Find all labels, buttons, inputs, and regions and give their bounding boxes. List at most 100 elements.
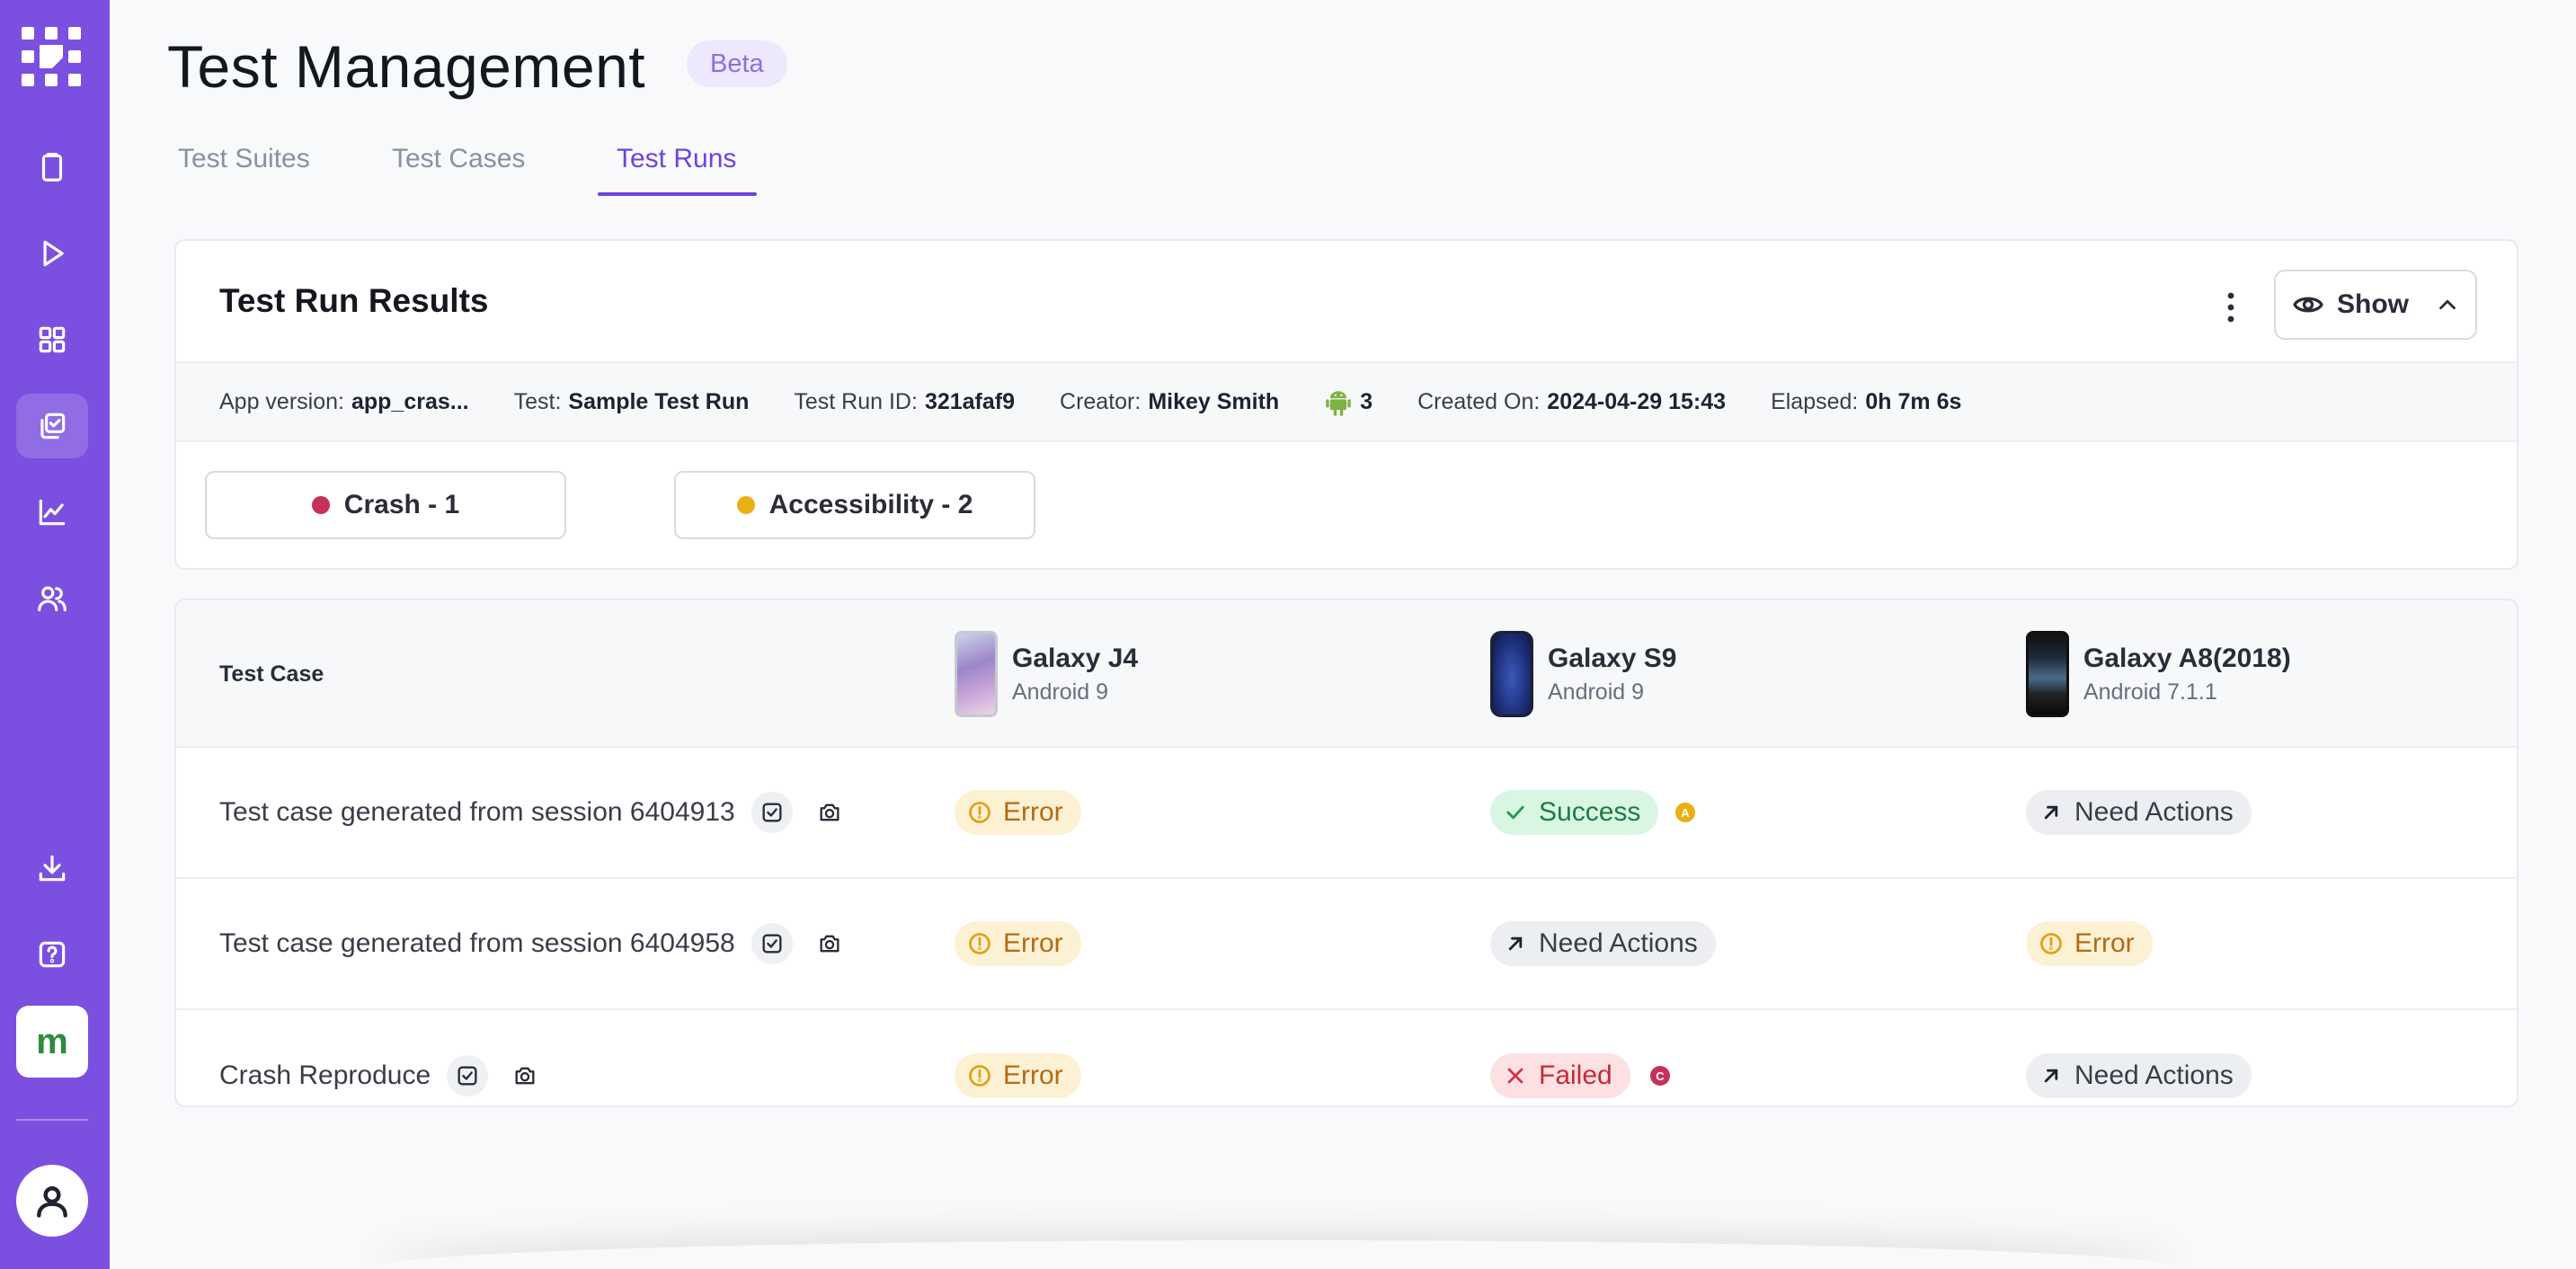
chevron-up-icon xyxy=(2439,299,2456,310)
sidebar: m xyxy=(0,0,110,1269)
status-badge-need-actions[interactable]: Need Actions xyxy=(2026,790,2252,835)
meta-value: app_cras... xyxy=(351,388,469,414)
meta-creator: Creator: Mikey Smith xyxy=(1060,389,1279,415)
status-badge-error[interactable]: Error xyxy=(955,1053,1081,1098)
sidebar-item-live[interactable] xyxy=(16,221,88,286)
screenshot-button[interactable] xyxy=(809,792,850,833)
meta-run-id: Test Run ID: 321afaf9 xyxy=(794,389,1015,415)
status-badge-success[interactable]: Success xyxy=(1490,790,1659,835)
show-label: Show xyxy=(2337,289,2409,319)
camera-icon xyxy=(820,803,839,821)
status-label: Need Actions xyxy=(1539,928,1698,958)
status-label: Error xyxy=(1003,1060,1063,1090)
status-label: Error xyxy=(2074,928,2135,958)
table-header: Test Case Galaxy J4 Android 9 Galaxy S9 An… xyxy=(176,600,2517,748)
arrow-up-right-icon xyxy=(2044,805,2058,820)
download-icon xyxy=(39,855,66,882)
test-runs-icon xyxy=(40,413,66,439)
meta-value: 0h 7m 6s xyxy=(1865,388,1962,414)
status-badge-error[interactable]: Error xyxy=(955,921,1081,966)
alert-circle-icon xyxy=(2040,933,2062,954)
device-name: Galaxy J4 xyxy=(1012,643,1139,673)
run-meta-bar: App version: app_cras... Test: Sample Test… xyxy=(176,361,2517,442)
phone-icon xyxy=(955,631,998,717)
checklist-button[interactable] xyxy=(751,792,793,833)
tab-test-suites[interactable]: Test Suites xyxy=(167,135,321,183)
device-column-galaxy-j4: Galaxy J4 Android 9 xyxy=(955,631,1138,717)
tab-test-runs[interactable]: Test Runs xyxy=(606,135,747,183)
table-row[interactable]: Test case generated from session 6404913… xyxy=(176,748,2517,879)
accessibility-issue-badge[interactable]: A xyxy=(1675,803,1695,822)
status-badge-error[interactable]: Error xyxy=(2026,921,2153,966)
scroll-shadow xyxy=(378,1240,2175,1269)
meta-value: 3 xyxy=(1360,388,1373,414)
kebab-menu-icon xyxy=(2227,292,2234,323)
accessibility-issue-filter[interactable]: Accessibility - 2 xyxy=(674,471,1035,539)
sidebar-item-apps[interactable] xyxy=(16,307,88,372)
screenshot-button[interactable] xyxy=(809,923,850,964)
sidebar-item-sessions[interactable] xyxy=(16,135,88,200)
android-icon xyxy=(1326,391,1351,416)
arrow-up-right-icon xyxy=(2044,1069,2058,1083)
checkbox-icon xyxy=(457,1066,477,1086)
status-badge-failed[interactable]: Failed xyxy=(1490,1053,1630,1098)
grid-icon xyxy=(39,326,66,353)
sidebar-divider xyxy=(16,1119,88,1121)
status-label: Failed xyxy=(1539,1060,1612,1090)
user-avatar[interactable] xyxy=(16,1165,88,1237)
alert-circle-icon xyxy=(969,1065,990,1087)
test-case-name: Test case generated from session 6404913 xyxy=(219,797,735,827)
active-tab-indicator xyxy=(598,192,757,196)
test-run-results-card: Test Run Results Show App version: app_cr… xyxy=(174,239,2518,570)
x-icon xyxy=(1507,1068,1523,1084)
tab-test-cases[interactable]: Test Cases xyxy=(381,135,536,183)
more-options-button[interactable] xyxy=(2213,289,2249,325)
status-label: Error xyxy=(1003,928,1063,958)
device-name: Galaxy S9 xyxy=(1548,643,1677,673)
play-icon xyxy=(43,240,64,267)
status-label: Success xyxy=(1539,797,1641,827)
arrow-up-right-icon xyxy=(1508,936,1523,951)
sidebar-item-help[interactable] xyxy=(16,922,88,987)
checkbox-icon xyxy=(762,803,782,822)
meta-created-on: Created On: 2024-04-29 15:43 xyxy=(1417,389,1726,415)
test-case-name: Crash Reproduce xyxy=(219,1060,431,1090)
accessibility-dot-icon xyxy=(736,496,755,514)
sidebar-item-team[interactable] xyxy=(16,566,88,631)
status-badge-need-actions[interactable]: Need Actions xyxy=(2026,1053,2252,1098)
screenshot-button[interactable] xyxy=(504,1055,546,1096)
clipboard-icon xyxy=(41,153,63,182)
sidebar-item-analytics[interactable] xyxy=(16,480,88,545)
alert-circle-icon xyxy=(969,802,990,823)
help-icon xyxy=(39,941,66,968)
meta-label: App version: xyxy=(219,388,344,414)
status-badge-need-actions[interactable]: Need Actions xyxy=(1490,921,1716,966)
sidebar-item-download[interactable] xyxy=(16,836,88,901)
app-logo-icon[interactable] xyxy=(22,27,81,86)
crash-issue-filter[interactable]: Crash - 1 xyxy=(205,471,566,539)
status-badge-error[interactable]: Error xyxy=(955,790,1081,835)
test-case-cell: Test case generated from session 6404913 xyxy=(219,792,850,833)
check-icon xyxy=(1506,805,1524,820)
test-case-cell: Test case generated from session 6404958 xyxy=(219,923,850,964)
workspace-brand-label: m xyxy=(36,1021,68,1061)
table-row[interactable]: Crash Reproduce Error Failed C Need Acti… xyxy=(176,1010,2517,1105)
meta-value: 2024-04-29 15:43 xyxy=(1547,388,1727,414)
device-column-galaxy-a8: Galaxy A8(2018) Android 7.1.1 xyxy=(2026,631,2291,717)
show-toggle-button[interactable]: Show xyxy=(2274,270,2477,340)
checklist-button[interactable] xyxy=(751,923,793,964)
test-case-name: Test case generated from session 6404958 xyxy=(219,928,735,958)
crash-issue-badge[interactable]: C xyxy=(1650,1066,1670,1086)
checklist-button[interactable] xyxy=(447,1055,489,1096)
status-label: Error xyxy=(1003,797,1063,827)
table-row[interactable]: Test case generated from session 6404958… xyxy=(176,879,2517,1010)
issue-label: Accessibility - 2 xyxy=(768,490,973,519)
users-icon xyxy=(38,586,67,612)
camera-icon xyxy=(515,1067,535,1085)
sidebar-item-test-management[interactable] xyxy=(16,394,88,458)
meta-label: Elapsed: xyxy=(1771,388,1859,414)
meta-value: 321afaf9 xyxy=(924,388,1016,414)
workspace-brand-button[interactable]: m xyxy=(16,1006,88,1078)
phone-icon xyxy=(2026,631,2069,717)
device-os: Android 9 xyxy=(1548,679,1645,705)
